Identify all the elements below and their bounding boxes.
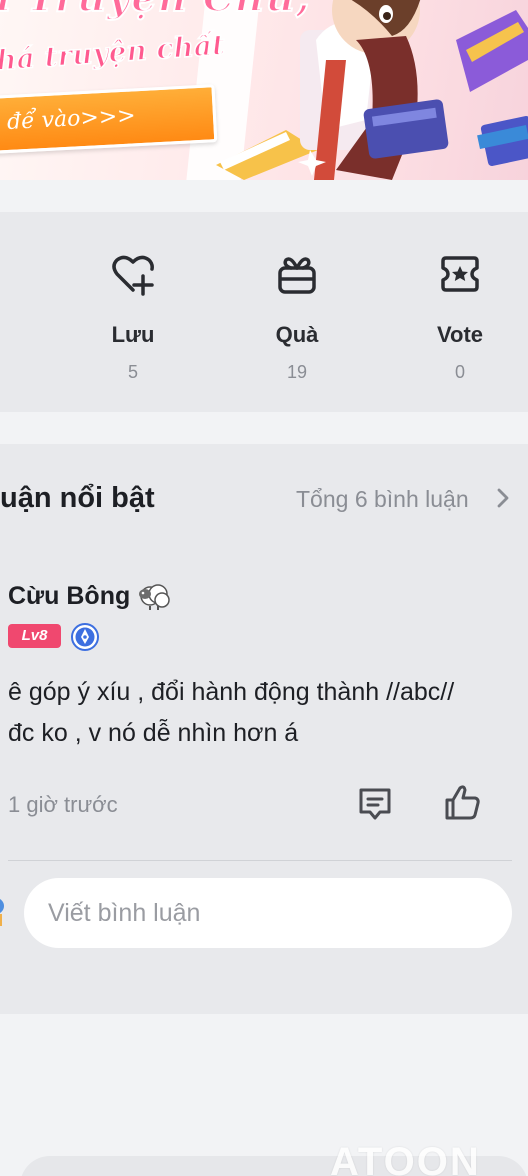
comment-text: ê góp ý xíu , đổi hành động thành //abc/… — [8, 672, 528, 754]
save-label: Lưu — [111, 322, 155, 347]
featured-comments-section: uận nổi bật Tổng 6 bình luận Cừu Bông Lv… — [0, 444, 528, 1014]
writer-badge-icon — [71, 623, 99, 651]
vote-label: Vote — [436, 322, 484, 347]
comment-text-line-1: ê góp ý xíu , đổi hành động thành //abc/… — [8, 678, 455, 706]
comment-username[interactable]: Cừu Bông — [8, 582, 130, 611]
banner-subtitle: há truyện chất — [0, 27, 227, 77]
user-avatar — [0, 899, 4, 926]
gift-count: 19 — [286, 362, 308, 382]
banner-cta-button[interactable]: để vào>>> — [0, 84, 218, 154]
comment-timestamp: 1 giờ trước — [8, 792, 118, 817]
total-comments-link[interactable]: Tổng 6 bình luận — [296, 486, 469, 513]
gift-action[interactable]: Quà 19 — [237, 248, 357, 383]
gift-icon — [278, 257, 316, 294]
banner-illustration — [216, 0, 528, 180]
reply-icon[interactable] — [356, 784, 394, 822]
vote-ticket-icon — [441, 256, 479, 292]
save-count: 5 — [127, 362, 138, 382]
divider — [8, 860, 512, 861]
promo-banner[interactable]: u Truyện Chữ, há truyện chất để vào>>> — [0, 0, 528, 180]
thumbs-up-icon[interactable] — [442, 782, 482, 822]
chevron-right-icon[interactable] — [492, 484, 514, 512]
sheep-emoji-icon — [139, 584, 170, 610]
comment-input[interactable] — [24, 878, 512, 948]
level-badge: Lv8 — [8, 624, 61, 648]
comment-text-line-2: đc ko , v nó dễ nhìn hơn á — [8, 719, 299, 747]
watermark-text: ATOON — [330, 1140, 481, 1176]
action-bar: Lưu 5 Quà 19 Vote 0 — [0, 212, 528, 412]
save-action[interactable]: Lưu 5 — [73, 248, 193, 383]
section-title: uận nổi bật — [0, 482, 155, 514]
vote-action[interactable]: Vote 0 — [400, 248, 520, 383]
heart-plus-icon — [112, 255, 154, 296]
banner-cta-label: để vào>>> — [6, 103, 137, 136]
gift-label: Quà — [275, 322, 319, 347]
vote-count: 0 — [454, 362, 465, 382]
